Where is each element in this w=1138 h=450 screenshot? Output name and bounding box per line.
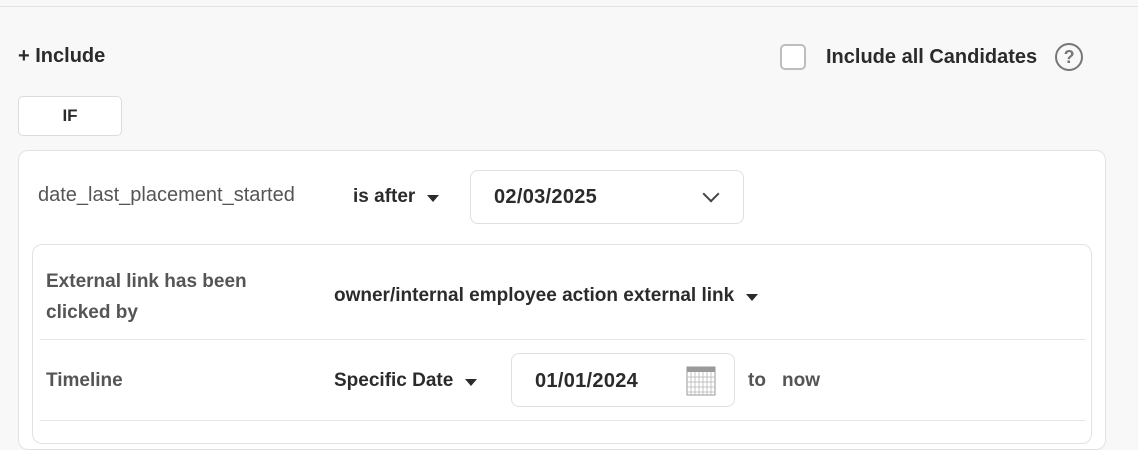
operator-label: is after xyxy=(353,186,416,207)
if-button[interactable]: IF xyxy=(18,96,122,136)
row-divider xyxy=(40,420,1086,421)
operator-dropdown[interactable]: is after xyxy=(353,186,440,208)
timeline-type-value: Specific Date xyxy=(334,370,454,391)
calendar-icon[interactable] xyxy=(686,366,716,396)
timeline-type-dropdown[interactable]: Specific Date xyxy=(334,370,478,392)
field-name: date_last_placement_started xyxy=(38,184,295,206)
include-link[interactable]: + Include xyxy=(18,45,105,68)
caret-down-icon xyxy=(746,293,759,301)
include-all-candidates-control: Include all Candidates ? xyxy=(780,43,1084,71)
question-circle-icon[interactable]: ? xyxy=(1055,43,1084,71)
from-date-value: 01/01/2024 xyxy=(535,370,639,392)
include-all-checkbox[interactable] xyxy=(780,44,806,70)
from-date-input[interactable]: 01/01/2024 xyxy=(511,353,735,407)
end-date-now[interactable]: now xyxy=(782,370,820,392)
caret-down-icon xyxy=(427,194,440,202)
external-link-dropdown[interactable]: owner/internal employee action external … xyxy=(334,285,759,307)
value-date: 02/03/2025 xyxy=(494,185,598,208)
timeline-label: Timeline xyxy=(46,370,123,391)
include-all-label: Include all Candidates xyxy=(826,45,1038,68)
row-divider xyxy=(40,339,1086,340)
help-glyph: ? xyxy=(1063,46,1075,67)
chevron-down-icon xyxy=(702,185,720,203)
top-divider xyxy=(0,0,1138,7)
external-link-label: External link has been clicked by xyxy=(46,271,247,323)
value-date-dropdown[interactable]: 02/03/2025 xyxy=(470,170,744,224)
external-link-value: owner/internal employee action external … xyxy=(334,285,735,306)
caret-down-icon xyxy=(465,378,478,386)
to-label: to xyxy=(748,370,766,391)
